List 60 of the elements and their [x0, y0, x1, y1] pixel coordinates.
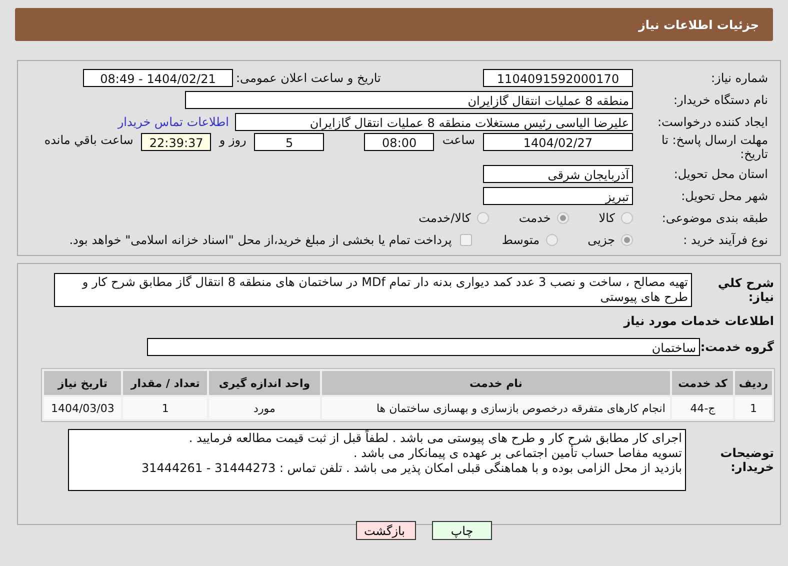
buyer-notes-textarea[interactable] — [68, 429, 686, 491]
column-header: تعداد / مقدار — [123, 371, 208, 395]
field-label: تاریخ و ساعت اعلان عمومی: — [235, 71, 382, 85]
remaining-time-field: 22:39:37 — [141, 133, 212, 151]
radio-label: کالا/خدمت — [418, 211, 471, 225]
checkbox[interactable] — [460, 234, 472, 246]
note-line: بازدید از محل الزامی بوده و با هماهنگی قبلی امکان پذیر می باشد . تلفن تماس : 31444273 - 31444261 — [140, 461, 682, 476]
column-header: واحد اندازه گیری — [209, 371, 320, 395]
field-label: طبقه بندی موضوعی: — [660, 211, 768, 225]
note-line: اجرای کار مطابق شرح کار و طرح های پیوستی می باشد . لطفاً قبل از ثبت قیمت مطالعه فرمایید . — [188, 431, 682, 445]
deadline-date-field: 1404/02/27 — [483, 133, 633, 151]
announce-date-field: 1404/02/21 - 08:49 — [83, 69, 233, 87]
column-header: نام خدمت — [322, 371, 670, 395]
radio-button[interactable] — [556, 212, 569, 224]
field-label: ساعت باقي مانده — [44, 133, 134, 147]
radio-button[interactable] — [621, 212, 633, 224]
days-field: 5 — [254, 133, 324, 151]
province-field: آذربایجان شرقی — [483, 165, 633, 183]
radio-label: کالا — [598, 211, 615, 225]
table-cell: 1404/03/03 — [44, 397, 122, 419]
field-label: استان محل تحویل: — [672, 167, 768, 181]
deadline-time-field: 08:00 — [364, 133, 434, 151]
table-cell: 1 — [123, 397, 208, 419]
checkbox-label: پرداخت تمام یا بخشی از مبلغ خرید،از محل "اسناد خزانه اسلامی" خواهد بود. — [69, 233, 452, 247]
creator-field: علیرضا الیاسی رئیس مستغلات منطقه 8 عملیات انتقال گازایران — [235, 113, 633, 131]
table-cell: ج-44 — [672, 397, 734, 419]
print-button[interactable]: چاپ — [432, 521, 492, 540]
field-label: شرح کلي نياز: — [716, 276, 774, 304]
need-number-field: 1104091592000170 — [483, 69, 633, 87]
table-cell: انجام کارهای متفرقه درخصوص بازسازی و بهسازی ساختمان ها — [322, 397, 670, 419]
buyer-org-field: منطقه 8 عملیات انتقال گازایران — [185, 91, 633, 109]
radio-label: متوسط — [502, 233, 540, 247]
field-label: شهر محل تحویل: — [680, 189, 768, 203]
field-label: ساعت — [442, 133, 475, 147]
field-label: گروه خدمت: — [699, 340, 774, 354]
field-label: توضیحات خریدار: — [719, 446, 774, 474]
back-button[interactable]: بازگشت — [356, 521, 416, 540]
buyer-contact-link[interactable]: اطلاعات تماس خریدار — [118, 115, 229, 129]
radio-button[interactable] — [621, 234, 633, 246]
column-header: تاریخ نیاز — [44, 371, 122, 395]
field-label: مهلت ارسال پاسخ: تا تاریخ: — [660, 133, 768, 161]
radio-label: خدمت — [518, 211, 551, 225]
page-title: جزئیات اطلاعات نیاز — [15, 8, 773, 41]
table-cell: 1 — [735, 397, 772, 419]
summary-textarea[interactable]: تهیه مصالح ، ساخت و نصب 3 عدد کمد دیواری بدنه دار تمام MDf در ساختمان های منطقه 8 انتقال گاز مطابق شرح کار و طرح های پیوستی — [54, 273, 692, 307]
field-label: ایجاد کننده درخواست: — [656, 115, 768, 129]
radio-button[interactable] — [476, 212, 489, 224]
city-field: تبریز — [483, 187, 633, 205]
section-heading: اطلاعات خدمات مورد نیاز — [622, 314, 774, 328]
column-header: ردیف — [735, 371, 772, 395]
radio-label: جزیی — [588, 233, 615, 247]
column-header: کد خدمت — [672, 371, 734, 395]
radio-button[interactable] — [546, 234, 558, 246]
note-line: تسویه مفاصا حساب تأمین اجتماعی بر عهده ی پیمانکار می باشد . — [352, 446, 682, 461]
field-label: شماره نیاز: — [710, 71, 768, 85]
field-label: نوع فرآیند خرید : — [682, 233, 768, 247]
field-label: نام دستگاه خریدار: — [672, 93, 768, 107]
service-group-field: ساختمان — [147, 338, 700, 356]
field-label: روز و — [219, 133, 246, 147]
table-cell: مورد — [209, 397, 320, 419]
